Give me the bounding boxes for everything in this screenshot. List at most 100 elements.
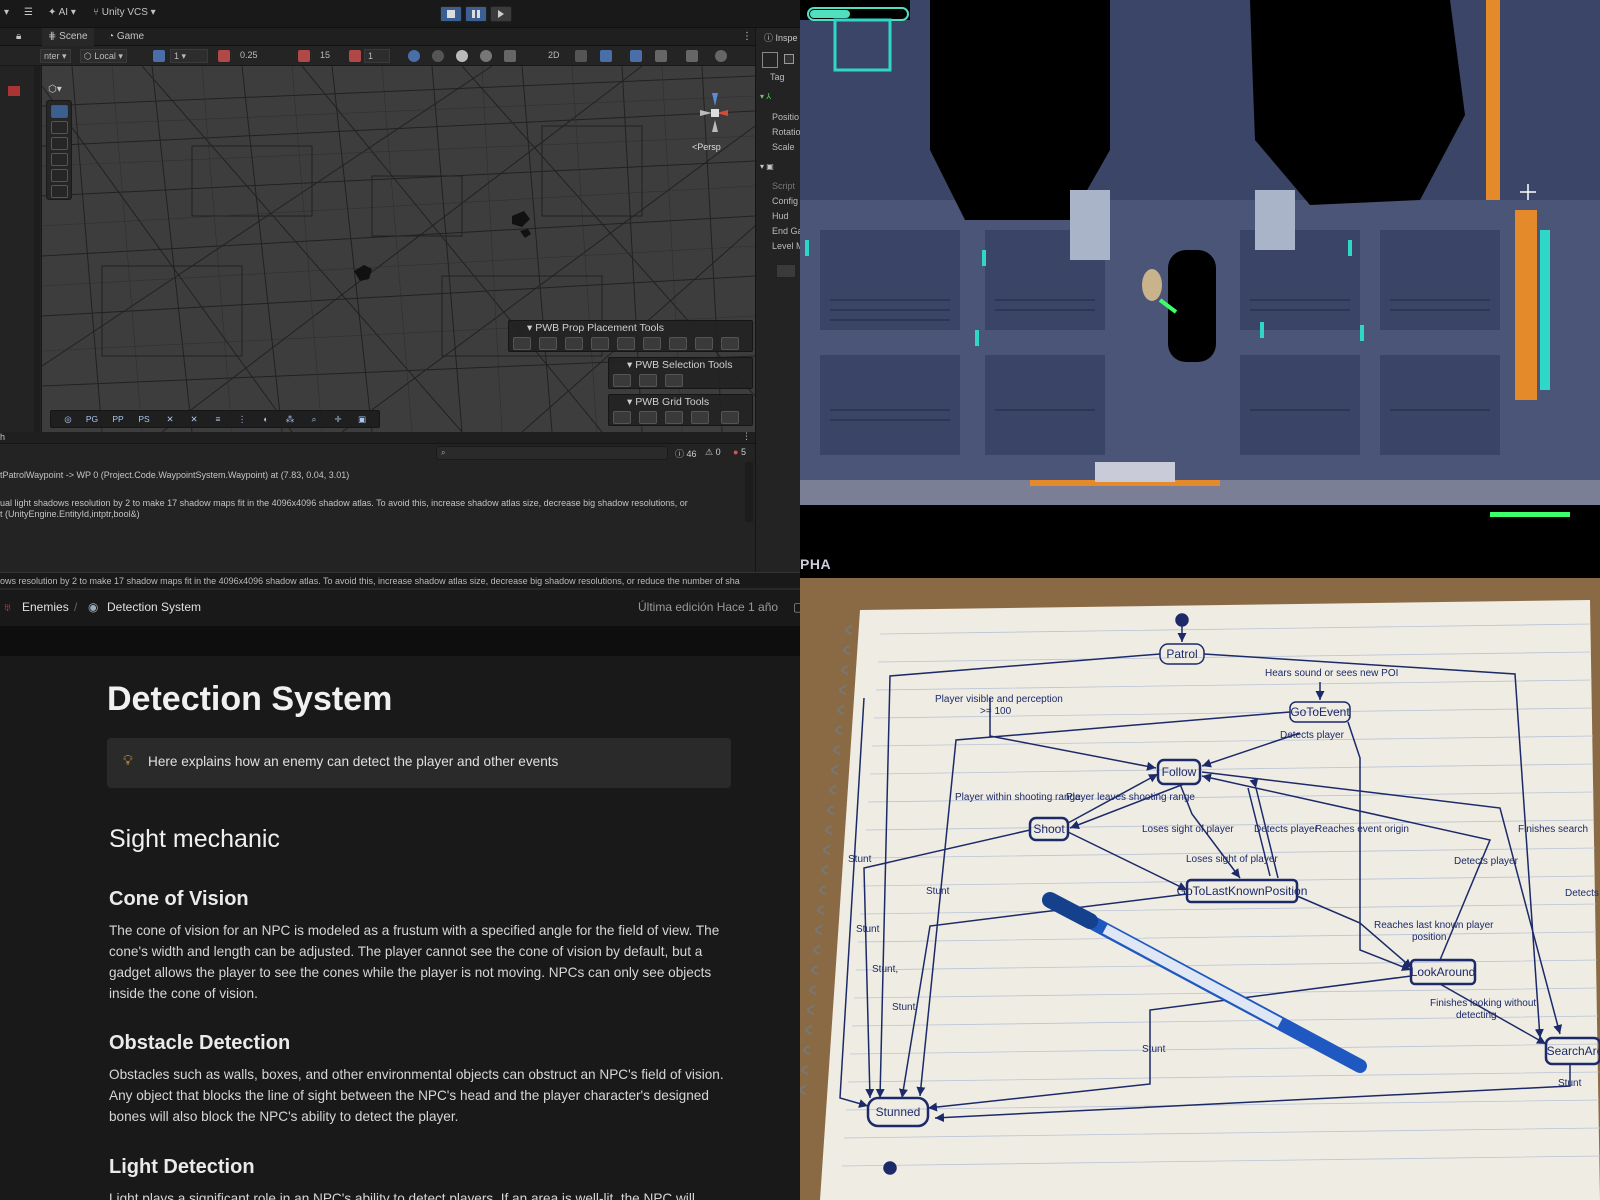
paragraph-light[interactable]: Light plays a significant role in an NPC… [109,1188,739,1200]
error-count-badge[interactable]: ● 5 [733,447,746,457]
global-icon[interactable] [715,50,727,62]
heading-sight-mechanic[interactable]: Sight mechanic [109,825,280,854]
draw-mode-icon[interactable] [408,50,420,62]
bucket-icon[interactable] [565,337,583,350]
pause-button[interactable] [465,6,487,22]
array-icon[interactable]: ⋮ [233,413,251,426]
prop-placement-title[interactable]: ▾ PWB Prop Placement Tools [527,322,664,334]
vcs-menu[interactable]: ⑂ Unity VCS ▾ [93,7,156,18]
status-bar[interactable]: ows resolution by 2 to make 17 shadow ma… [0,572,800,588]
tab-inspector[interactable]: ⓘ Inspe [764,31,798,44]
console-menu-icon[interactable]: ⋮ [742,431,751,442]
eraser-icon[interactable] [695,337,713,350]
scale-value[interactable]: 1 [364,49,390,63]
log-entry[interactable]: t (UnityEngine.EntityId,intptr,bool&) [0,509,140,519]
add-component-button[interactable] [776,264,796,278]
breadcrumb-parent[interactable]: Enemies [22,600,69,614]
space-dropdown[interactable]: ⬡ Local ▾ [80,49,127,63]
rotate-tool-icon[interactable] [51,137,68,150]
orientation-cube-icon[interactable]: ⬡▾ [48,84,62,95]
layers-icon[interactable]: ☰ [24,7,33,18]
gravity-tool-icon[interactable] [639,374,657,387]
brush-icon[interactable] [539,337,557,350]
page-title[interactable]: Detection System [107,680,392,719]
pivot-dropdown[interactable]: nter ▾ [40,49,71,63]
toggle-2d-button[interactable]: 2D [548,50,560,60]
selection-title[interactable]: ▾ PWB Selection Tools [627,359,732,371]
pwb-pg-button[interactable]: PG [83,413,101,426]
move-icon[interactable]: ✛ [329,413,347,426]
mirror-tool-icon[interactable] [665,374,683,387]
heading-light-detection[interactable]: Light Detection [109,1156,255,1179]
scatter-icon[interactable]: ⁂ [281,413,299,426]
transform-icon[interactable]: ▾ ⅄ [760,92,771,101]
gizmos-icon[interactable] [686,50,698,62]
tools-icon[interactable]: ✕ [185,413,203,426]
fx-icon[interactable] [504,50,516,62]
move-tool-icon[interactable] [51,121,68,134]
rect-tool-icon[interactable] [51,169,68,182]
align-icon[interactable]: ≡ [209,413,227,426]
lighting-icon[interactable] [432,50,444,62]
perspective-label[interactable]: <Persp [692,142,721,152]
lock-icon[interactable]: 🔒︎ [16,31,21,42]
visibility-icon[interactable] [630,50,642,62]
hand-tool-icon[interactable] [51,105,68,118]
grid-value[interactable]: 1 ▾ [170,49,208,63]
grid-tools-title[interactable]: ▾ PWB Grid Tools [627,396,709,408]
paragraph-obstacle[interactable]: Obstacles such as walls, boxes, and othe… [109,1064,739,1127]
rotate-icon[interactable]: ◐ [257,413,275,426]
help-icon[interactable] [721,337,739,350]
pin-icon[interactable] [513,337,531,350]
pwb-pp-button[interactable]: PP [109,413,127,426]
replace-icon[interactable] [669,337,687,350]
audio-icon[interactable] [575,50,587,62]
shaded-icon[interactable] [456,50,468,62]
step-button[interactable] [490,6,512,22]
scene-object-icon[interactable] [8,86,20,96]
console-tab[interactable]: h [0,432,5,442]
grid-snap-tool-icon[interactable] [639,411,657,424]
breadcrumb-current[interactable]: Detection System [107,600,201,614]
zoom-icon[interactable]: ⌕ [305,413,323,426]
script-component-icon[interactable]: ▾ ▣ [760,162,774,171]
wire-icon[interactable] [480,50,492,62]
scene-orientation-gizmo[interactable] [690,88,740,138]
pwb-ps-button[interactable]: PS [135,413,153,426]
grid-origin-icon[interactable] [613,411,631,424]
grid-align-icon[interactable] [691,411,709,424]
warning-count-badge[interactable]: ⚠ 0 [705,447,721,458]
tiling-icon[interactable] [643,337,661,350]
heading-cone-of-vision[interactable]: Cone of Vision [109,888,249,911]
grid-snap-icon[interactable] [153,50,165,62]
tab-scene[interactable]: ⋕ Scene [42,28,94,46]
effects-icon[interactable] [600,50,612,62]
transform-tool-icon[interactable] [51,185,68,198]
paragraph-cone[interactable]: The cone of vision for an NPC is modeled… [109,920,739,1004]
selection-tool-icon[interactable] [613,374,631,387]
wrench-icon[interactable]: ✕ [161,413,179,426]
play-button[interactable] [440,6,462,22]
grid-type-icon[interactable] [665,411,683,424]
scale-snap-icon[interactable] [349,50,361,62]
log-entry[interactable]: ual light shadows resolution by 2 to mak… [0,498,688,508]
tab-game[interactable]: ◔ Game [102,28,150,46]
active-checkbox[interactable] [784,54,794,64]
game-view[interactable] [800,0,1600,578]
heading-obstacle-detection[interactable]: Obstacle Detection [109,1032,290,1055]
camera-icon[interactable] [655,50,667,62]
scale-tool-icon[interactable] [51,153,68,166]
console-scrollbar[interactable] [745,462,753,522]
line-icon[interactable] [591,337,609,350]
snap-value[interactable]: 0.25 [240,50,258,60]
toggle-icon[interactable]: ◎ [59,413,77,426]
grid-settings-icon[interactable] [721,411,739,424]
log-entry[interactable]: tPatrolWaypoint -> WP 0 (Project.Code.Wa… [0,470,349,480]
snap-increment-icon[interactable] [218,50,230,62]
more-options-icon[interactable]: ⋮ [742,31,752,42]
rotation-snap-icon[interactable] [298,50,310,62]
ai-menu[interactable]: ✦ AI ▾ [48,7,76,18]
angle-value[interactable]: 15 [320,50,330,60]
palette-icon[interactable]: ▣ [353,413,371,426]
dropdown-arrow-icon[interactable]: ▾ [4,7,9,18]
